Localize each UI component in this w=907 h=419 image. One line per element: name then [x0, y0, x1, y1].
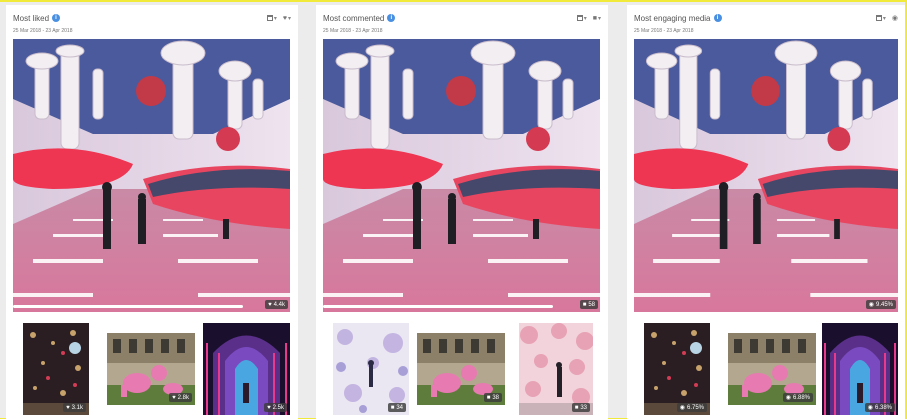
panel-most-liked: Most liked i ▾ ♥ ▾ 25 Mar 2018 - 23 Apr 2… — [6, 5, 298, 419]
engagement-icon: ◉ — [868, 301, 874, 308]
calendar-icon — [266, 15, 273, 21]
engagement-icon: ◉ — [785, 394, 791, 401]
thumbnail-image — [519, 323, 593, 415]
thumbnail[interactable]: ♥ 2.5k — [203, 323, 290, 415]
hero-metric-badge: ◉ 9.45% — [865, 300, 896, 309]
thumbnail-badge: ♥ 2.8k — [169, 393, 192, 402]
heart-icon: ♥ — [282, 14, 287, 22]
date-range: 25 Mar 2018 - 23 Apr 2018 — [634, 28, 694, 34]
thumbnail-image — [333, 323, 409, 415]
date-picker-button[interactable]: ▾ — [266, 15, 277, 22]
thumbnail-image — [203, 323, 290, 415]
comment-icon: ■ — [592, 14, 597, 22]
panel-header: Most engaging media i ▾ ◉ — [634, 5, 898, 27]
thumbnail-badge: ◉ 6.88% — [782, 393, 813, 402]
comment-icon: ■ — [582, 301, 587, 308]
thumbnail-badge: ■ 38 — [483, 393, 502, 402]
panel-most-commented: Most commented i ▾ ■ ▾ 25 Mar 2018 - 23 A… — [316, 5, 608, 419]
thumbnail[interactable]: ◉ 6.75% — [644, 323, 710, 415]
thumbnail-row: ♥ 3.1k ♥ 2.8k ♥ 2.5k — [13, 323, 291, 415]
thumbnail-badge: ◉ 6.75% — [676, 403, 707, 412]
metric-select-button[interactable]: ■ ▾ — [593, 15, 601, 22]
heart-icon: ♥ — [267, 404, 271, 411]
hero-media[interactable]: ◉ 9.45% — [634, 39, 898, 312]
engagement-icon: ◉ — [891, 15, 898, 22]
hero-media[interactable]: ■ 58 — [323, 39, 600, 312]
hero-image — [634, 39, 898, 312]
heart-icon: ♥ — [172, 394, 176, 401]
thumbnail-image — [822, 323, 898, 415]
engagement-icon: ◉ — [867, 404, 873, 411]
panel-title: Most liked — [13, 13, 50, 23]
hero-metric-badge: ■ 58 — [579, 300, 598, 309]
panel-header: Most commented i ▾ ■ ▾ — [323, 5, 601, 27]
comment-icon: ■ — [390, 404, 395, 411]
info-icon[interactable]: i — [52, 14, 61, 22]
thumbnail-badge: ■ 33 — [571, 403, 590, 412]
chevron-down-icon: ▾ — [287, 15, 291, 22]
badge-value: 58 — [588, 301, 595, 308]
metric-select-button[interactable]: ♥ ▾ — [283, 15, 291, 22]
panel-title: Most commented — [323, 13, 385, 23]
thumbnail-row: ■ 34 ■ 38 ■ 33 — [323, 323, 601, 415]
date-range: 25 Mar 2018 - 23 Apr 2018 — [323, 28, 383, 34]
info-icon[interactable]: i — [713, 14, 722, 22]
date-range: 25 Mar 2018 - 23 Apr 2018 — [13, 28, 73, 34]
engagement-icon: ◉ — [679, 404, 685, 411]
chevron-down-icon: ▾ — [273, 15, 277, 22]
metric-select-button[interactable]: ◉ — [892, 14, 898, 22]
thumbnail[interactable]: ◉ 6.88% — [728, 333, 816, 405]
thumbnail[interactable]: ■ 33 — [519, 323, 593, 415]
date-picker-button[interactable]: ▾ — [875, 15, 886, 22]
hero-image — [13, 39, 290, 312]
hero-media[interactable]: ♥ 4.4k — [13, 39, 290, 312]
thumbnail[interactable]: ■ 34 — [333, 323, 409, 415]
panel-title: Most engaging media — [634, 13, 711, 23]
calendar-icon — [576, 15, 583, 21]
thumbnail[interactable]: ◉ 6.38% — [822, 323, 898, 415]
thumbnail-badge: ♥ 2.5k — [264, 403, 287, 412]
heart-icon: ♥ — [66, 404, 70, 411]
chevron-down-icon: ▾ — [882, 15, 886, 22]
thumbnail[interactable]: ■ 38 — [417, 333, 505, 405]
thumbnail-image — [23, 323, 89, 415]
thumbnail-badge: ♥ 3.1k — [63, 403, 86, 412]
thumbnail-image — [644, 323, 710, 415]
badge-value: 9.45% — [875, 301, 893, 308]
info-icon[interactable]: i — [387, 14, 396, 22]
thumbnail-badge: ■ 34 — [387, 403, 406, 412]
panel-most-engaging-media: Most engaging media i ▾ ◉ 25 Mar 2018 - … — [627, 5, 905, 419]
calendar-icon — [875, 15, 882, 21]
heart-icon: ♥ — [268, 301, 272, 308]
thumbnail-badge: ◉ 6.38% — [864, 403, 895, 412]
progress-bar — [13, 305, 243, 308]
chevron-down-icon: ▾ — [597, 15, 601, 22]
thumbnail[interactable]: ♥ 2.8k — [107, 333, 195, 405]
chevron-down-icon: ▾ — [583, 15, 587, 22]
comment-icon: ■ — [486, 394, 491, 401]
comment-icon: ■ — [574, 404, 579, 411]
date-picker-button[interactable]: ▾ — [576, 15, 587, 22]
dashboard-frame: Most liked i ▾ ♥ ▾ 25 Mar 2018 - 23 Apr 2… — [0, 0, 907, 419]
thumbnail[interactable]: ♥ 3.1k — [23, 323, 89, 415]
hero-metric-badge: ♥ 4.4k — [265, 300, 288, 309]
hero-image — [323, 39, 600, 312]
progress-bar — [323, 305, 553, 308]
panel-header: Most liked i ▾ ♥ ▾ — [13, 5, 291, 27]
thumbnail-row: ◉ 6.75% ◉ 6.88% ◉ 6.38% — [634, 323, 898, 415]
badge-value: 4.4k — [273, 301, 285, 308]
